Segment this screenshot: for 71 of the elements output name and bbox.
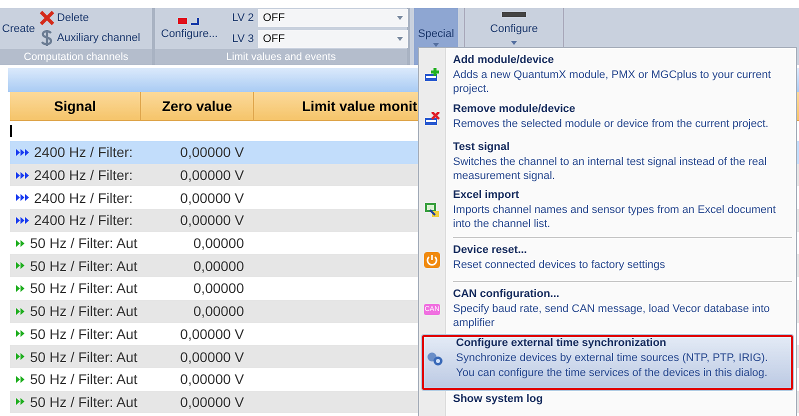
signal-cell: 2400 Hz / Filter: bbox=[34, 212, 133, 228]
zero-value-cell: 0,00000 V bbox=[180, 348, 244, 365]
group-label: Limit values and events bbox=[155, 49, 407, 65]
column-header[interactable]: Zero value bbox=[141, 92, 254, 120]
double-arrow-icon bbox=[16, 330, 25, 338]
limit-icon bbox=[178, 18, 200, 26]
signal-cell: 50 Hz / Filter: Aut bbox=[30, 235, 138, 252]
signal-cell: 50 Hz / Filter: Aut bbox=[30, 371, 138, 388]
menu-item[interactable]: Show system log bbox=[419, 390, 796, 411]
double-arrow-icon bbox=[16, 398, 25, 406]
menu-item-title: Test signal bbox=[453, 140, 511, 153]
menu-item-title: CAN configuration... bbox=[453, 288, 560, 300]
signal-cell: 50 Hz / Filter: Aut bbox=[30, 280, 138, 296]
signal-cell: 50 Hz / Filter: Aut bbox=[30, 258, 138, 274]
limit-dropdown[interactable]: OFF bbox=[258, 9, 408, 27]
signal-cell: 50 Hz / Filter: Aut bbox=[30, 303, 138, 320]
spreadsheet-import-icon bbox=[424, 202, 440, 218]
triple-arrow-icon bbox=[16, 148, 29, 156]
column-header[interactable]: Signal bbox=[10, 92, 141, 120]
triple-arrow-icon bbox=[16, 216, 29, 224]
dropdown-arrow-icon bbox=[396, 37, 403, 41]
add-device-icon bbox=[424, 68, 440, 82]
remove-device-icon bbox=[424, 112, 440, 126]
text-cursor bbox=[10, 125, 12, 137]
menu-item-title: Excel import bbox=[453, 189, 520, 202]
zero-value-cell: 0,00000 V bbox=[180, 371, 244, 388]
menu-item-description: Reset connected devices to factory settings bbox=[453, 258, 666, 272]
menu-item-description: Removes the selected module or device from the current project. bbox=[453, 116, 770, 131]
limit-dropdown[interactable]: OFF bbox=[258, 30, 408, 48]
zero-value-cell: 0,00000 V bbox=[180, 190, 244, 206]
menu-item[interactable]: Configure external time synchronization Synchronize devices by external time sources (NTP, PTP, IRIG). You can configure the time services of the devices in this dialog. bbox=[421, 334, 794, 391]
triple-arrow-icon bbox=[16, 194, 29, 202]
menu-item-title: Remove module/device bbox=[453, 102, 576, 115]
configure-button[interactable]: Configure... bbox=[157, 18, 222, 40]
triple-arrow-icon bbox=[16, 172, 29, 179]
double-arrow-icon bbox=[16, 284, 25, 292]
sync-icon bbox=[427, 352, 443, 366]
signal-cell: 50 Hz / Filter: Aut bbox=[30, 348, 138, 365]
zero-value-cell: 0,00000 V bbox=[180, 167, 244, 184]
power-icon bbox=[424, 252, 440, 268]
zero-value-cell: 0,00000 V bbox=[180, 326, 244, 342]
double-arrow-icon bbox=[16, 353, 25, 360]
signal-cell: 2400 Hz / Filter: bbox=[34, 144, 133, 160]
dropdown-arrow-icon bbox=[396, 16, 403, 20]
menu-item[interactable]: Remove module/device Removes the selected module or device from the current project. bbox=[419, 100, 796, 139]
signal-cell: 50 Hz / Filter: Aut bbox=[30, 326, 138, 342]
delete-button[interactable]: Delete bbox=[39, 10, 140, 26]
zero-value-cell: 0,00000 V bbox=[180, 394, 244, 410]
auxiliary-channel-button[interactable]: Auxiliary channel bbox=[39, 29, 140, 47]
menu-item-description: Adds a new QuantumX module, PMX or MGCplus to your current project. bbox=[453, 68, 772, 97]
zero-value-cell: 0,00000 bbox=[193, 235, 244, 252]
double-arrow-icon bbox=[16, 376, 25, 383]
zero-value-cell: 0,00000 bbox=[193, 280, 244, 296]
zero-value-cell: 0,00000 V bbox=[180, 212, 244, 228]
double-arrow-icon bbox=[16, 240, 25, 247]
create-button[interactable]: Create bbox=[2, 22, 36, 34]
zero-value-cell: 0,00000 V bbox=[180, 144, 244, 160]
zero-value-cell: 0,00000 bbox=[193, 303, 244, 320]
group-label: Computation channels bbox=[0, 49, 152, 65]
menu-item-title: Device reset... bbox=[453, 244, 528, 256]
signal-cell: 2400 Hz / Filter: bbox=[34, 190, 133, 206]
limit-label: LV 2 bbox=[231, 12, 254, 24]
menu-item-title: Show system log bbox=[453, 392, 544, 405]
zero-value-cell: 0,00000 bbox=[193, 258, 244, 274]
cross-icon bbox=[39, 10, 56, 26]
limit-label: LV 3 bbox=[231, 33, 254, 45]
signal-cell: 2400 Hz / Filter: bbox=[34, 167, 133, 184]
double-arrow-icon bbox=[16, 308, 25, 315]
signal-cell: 50 Hz / Filter: Aut bbox=[30, 394, 138, 410]
caret-icon bbox=[511, 41, 517, 45]
double-arrow-icon bbox=[16, 262, 25, 270]
